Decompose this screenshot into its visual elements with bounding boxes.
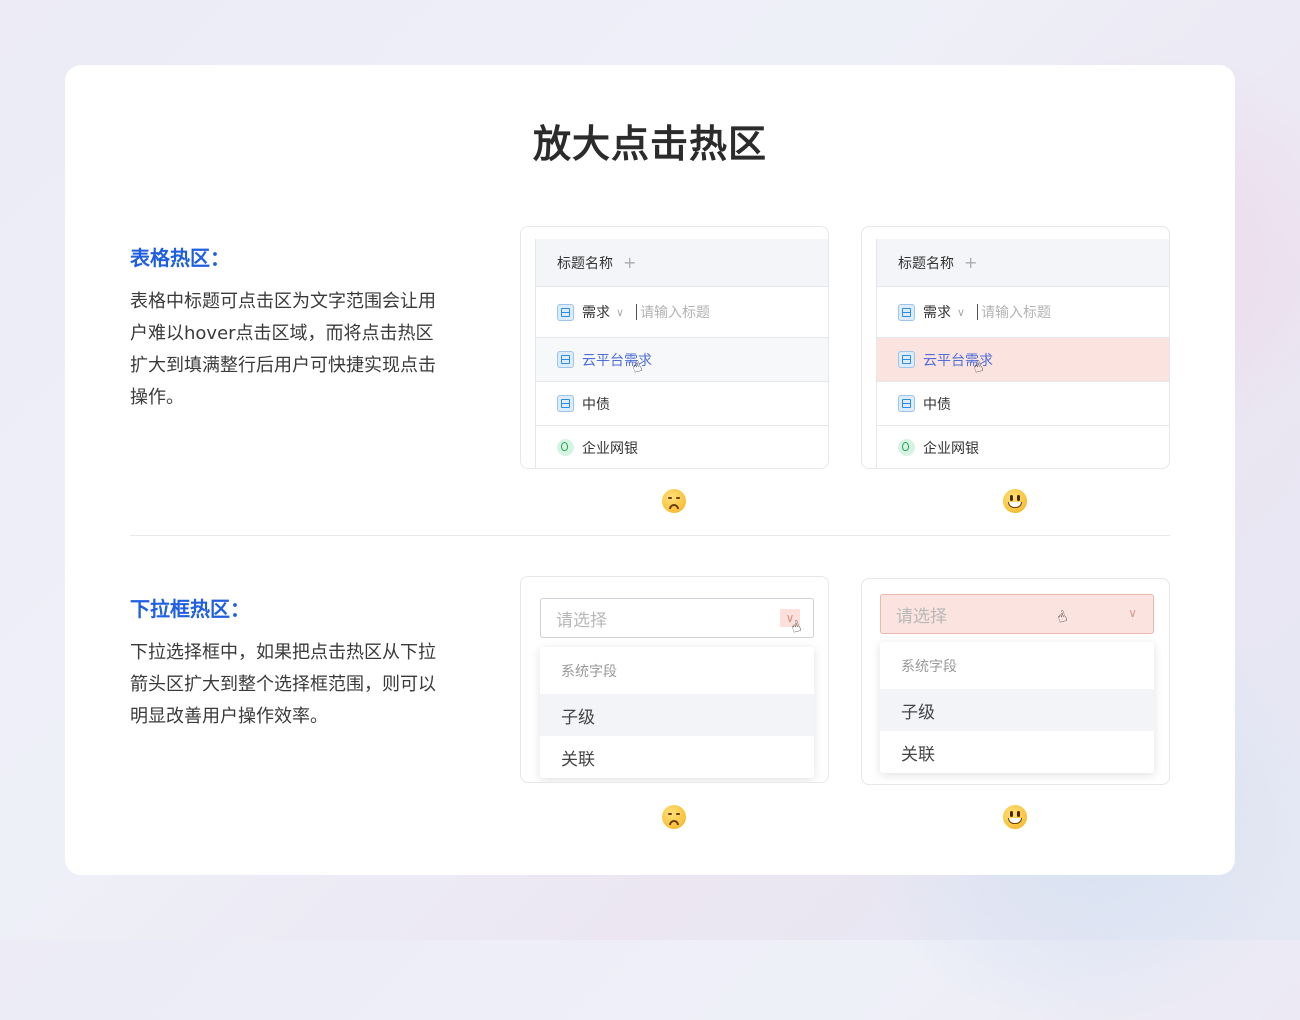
type-select-label[interactable]: 需求	[923, 302, 951, 322]
lightbulb-icon	[557, 439, 574, 456]
table-example-after: 标题名称 + 需求 ∨ 请输入标题 云平台需求 ☝ 中债 企业网银	[861, 226, 1170, 469]
table-header: 标题名称 +	[536, 239, 828, 287]
hand-pointer-icon: ☝	[1054, 605, 1070, 628]
title-input[interactable]: 请输入标题	[640, 302, 710, 322]
dropdown-group-label: 系统字段	[901, 658, 957, 675]
dropdown-group-label: 系统字段	[561, 663, 617, 680]
dropdown-option[interactable]: 子级	[540, 694, 814, 736]
select-placeholder: 请选择	[556, 610, 607, 631]
type-select-label[interactable]: 需求	[582, 302, 610, 322]
dropdown-example-before: 请选择 ∨ ☝ 系统字段 子级 关联	[520, 576, 829, 783]
table-row: 云平台需求 ☝	[536, 338, 828, 382]
select-placeholder: 请选择	[896, 606, 947, 627]
page-title: 放大点击热区	[532, 122, 767, 166]
chevron-down-icon[interactable]: ∨	[957, 306, 965, 319]
table: 标题名称 + 需求 ∨ 请输入标题 云平台需求 ☝ 中债 企业网银	[535, 239, 828, 468]
section-description-table: 表格中标题可点击区为文字范围会让用户难以hover点击区域，而将点击热区扩大到填…	[130, 291, 436, 408]
table-row-input: 需求 ∨ 请输入标题	[536, 287, 828, 338]
dropdown-menu: 系统字段 子级 关联	[540, 647, 814, 778]
chevron-down-icon[interactable]: ∨	[1128, 606, 1137, 620]
section-heading-dropdown: 下拉框热区：	[130, 597, 250, 621]
row-title[interactable]: 中债	[582, 394, 610, 414]
requirement-icon	[898, 395, 915, 412]
add-column-icon[interactable]: +	[623, 253, 636, 272]
table-header-label: 标题名称	[898, 255, 954, 272]
title-input[interactable]: 请输入标题	[981, 302, 1051, 322]
table: 标题名称 + 需求 ∨ 请输入标题 云平台需求 ☝ 中债 企业网银	[876, 239, 1169, 468]
section-divider	[130, 535, 1170, 536]
row-title[interactable]: 企业网银	[923, 438, 979, 458]
table-row-input: 需求 ∨ 请输入标题	[877, 287, 1169, 338]
dropdown-menu: 系统字段 子级 关联	[880, 642, 1154, 773]
dropdown-option[interactable]: 子级	[880, 689, 1154, 731]
table-row: 中债	[877, 382, 1169, 426]
table-header: 标题名称 +	[877, 239, 1169, 287]
row-title[interactable]: 企业网银	[582, 438, 638, 458]
requirement-icon	[557, 395, 574, 412]
requirement-icon	[898, 351, 915, 368]
disappointed-face-icon	[662, 489, 686, 513]
table-row: 中债	[536, 382, 828, 426]
lightbulb-icon	[898, 439, 915, 456]
content-card: 放大点击热区 表格热区： 表格中标题可点击区为文字范围会让用户难以hover点击…	[65, 65, 1235, 875]
chevron-down-icon[interactable]: ∨	[616, 306, 624, 319]
smiling-face-icon	[1003, 805, 1027, 829]
table-header-label: 标题名称	[557, 255, 613, 272]
requirement-icon	[557, 303, 574, 321]
section-description-dropdown: 下拉选择框中，如果把点击热区从下拉箭头区扩大到整个选择框范围，则可以明显改善用户…	[130, 642, 436, 727]
dropdown-option[interactable]: 关联	[540, 736, 814, 778]
requirement-icon	[557, 351, 574, 368]
table-example-before: 标题名称 + 需求 ∨ 请输入标题 云平台需求 ☝ 中债 企业网银	[520, 226, 829, 469]
table-row-hot[interactable]: 云平台需求 ☝	[877, 338, 1169, 382]
add-column-icon[interactable]: +	[964, 253, 977, 272]
text-caret	[636, 304, 638, 320]
section-heading-table: 表格热区：	[130, 246, 230, 270]
disappointed-face-icon	[662, 805, 686, 829]
table-row: 企业网银	[877, 426, 1169, 468]
select-field-hot[interactable]: 请选择 ∨ ☝	[880, 594, 1154, 634]
smiling-face-icon	[1003, 489, 1027, 513]
requirement-icon	[898, 303, 915, 321]
text-caret	[977, 304, 979, 320]
table-row: 企业网银	[536, 426, 828, 468]
dropdown-example-after: 请选择 ∨ ☝ 系统字段 子级 关联	[861, 578, 1170, 785]
row-title[interactable]: 中债	[923, 394, 951, 414]
dropdown-option[interactable]: 关联	[880, 731, 1154, 773]
select-field[interactable]: 请选择	[540, 598, 814, 638]
